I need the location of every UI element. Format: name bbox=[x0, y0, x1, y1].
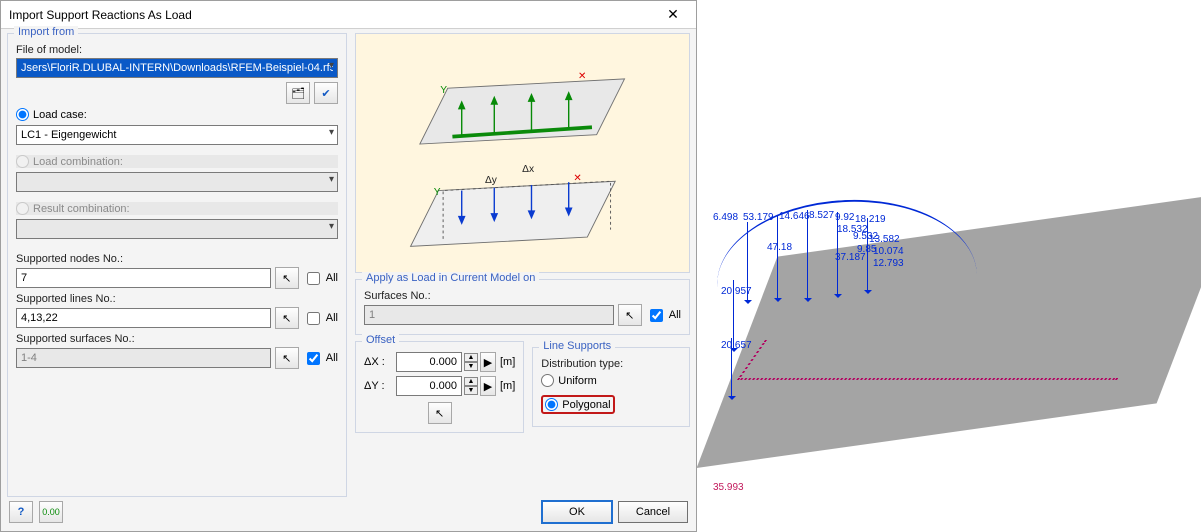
viewport-value: 9.92 bbox=[835, 212, 854, 223]
pick-offset-button[interactable]: ↖ bbox=[428, 402, 452, 424]
cancel-button[interactable]: Cancel bbox=[618, 501, 688, 523]
spin-down-icon[interactable]: ▼ bbox=[464, 362, 478, 371]
viewport-value: 20.957 bbox=[721, 286, 752, 297]
all-label: All bbox=[326, 312, 338, 324]
pointer-icon: ↖ bbox=[282, 272, 291, 285]
arrow-right-icon[interactable]: ▶ bbox=[480, 352, 496, 372]
spin-up-icon[interactable]: ▲ bbox=[464, 377, 478, 386]
supported-nodes-input[interactable] bbox=[16, 268, 271, 288]
offset-unit: [m] bbox=[500, 380, 515, 392]
load-case-select[interactable] bbox=[16, 125, 338, 145]
supported-surfaces-all-checkbox[interactable] bbox=[307, 352, 320, 365]
pointer-icon: ↖ bbox=[282, 312, 291, 325]
supported-lines-label: Supported lines No.: bbox=[16, 293, 338, 305]
polygonal-radio[interactable] bbox=[545, 398, 558, 411]
pointer-icon: ↖ bbox=[435, 407, 444, 420]
result-combination-label: Result combination: bbox=[33, 203, 130, 215]
preview-image: ✕ Y Δx Δy ✕ Y bbox=[355, 33, 690, 273]
spin-up-icon[interactable]: ▲ bbox=[464, 353, 478, 362]
arrow-right-icon[interactable]: ▶ bbox=[480, 376, 496, 396]
viewport-arrow bbox=[777, 215, 778, 300]
import-support-reactions-dialog: Import Support Reactions As Load ✕ Impor… bbox=[0, 0, 697, 532]
supported-nodes-all-checkbox[interactable] bbox=[307, 272, 320, 285]
svg-text:Y: Y bbox=[434, 187, 441, 198]
viewport-value-pink: 35.993 bbox=[713, 482, 744, 493]
line-supports-legend: Line Supports bbox=[539, 340, 615, 352]
uniform-radio[interactable] bbox=[541, 374, 554, 387]
help-icon: ? bbox=[18, 506, 25, 518]
all-label: All bbox=[326, 272, 338, 284]
offset-dy-input[interactable] bbox=[396, 376, 462, 396]
svg-text:Y: Y bbox=[441, 85, 448, 96]
offset-dx-input[interactable] bbox=[396, 352, 462, 372]
viewport-value: 47.18 bbox=[767, 242, 792, 253]
viewport-value: 6.498 bbox=[713, 212, 738, 223]
svg-text:Δy: Δy bbox=[485, 175, 498, 186]
viewport-value: 14.646 bbox=[779, 211, 810, 222]
offset-unit: [m] bbox=[500, 356, 515, 368]
file-of-model-label: File of model: bbox=[16, 44, 338, 56]
pointer-icon: ↖ bbox=[625, 309, 634, 322]
pick-lines-button[interactable]: ↖ bbox=[275, 307, 299, 329]
distribution-type-label: Distribution type: bbox=[541, 358, 681, 370]
ok-button[interactable]: OK bbox=[542, 501, 612, 523]
pick-surfaces-button[interactable]: ↖ bbox=[275, 347, 299, 369]
viewport-value: 10.074 bbox=[873, 246, 904, 257]
import-from-legend: Import from bbox=[14, 26, 78, 38]
load-combination-radio bbox=[16, 155, 29, 168]
svg-text:✕: ✕ bbox=[578, 71, 587, 82]
viewport-value: 53.179 bbox=[743, 212, 774, 223]
offset-dx-label: ΔX : bbox=[364, 356, 392, 368]
polygonal-label: Polygonal bbox=[562, 399, 610, 411]
viewport-value: 8.527 bbox=[809, 210, 834, 221]
all-label: All bbox=[326, 352, 338, 364]
viewport-value: 20.657 bbox=[721, 340, 752, 351]
load-case-radio[interactable] bbox=[16, 108, 29, 121]
result-combination-select bbox=[16, 219, 338, 239]
apply-surfaces-label: Surfaces No.: bbox=[364, 290, 681, 302]
apply-surfaces-all-checkbox[interactable] bbox=[650, 309, 663, 322]
offset-legend: Offset bbox=[362, 334, 399, 346]
model-viewport[interactable]: 6.498 53.179 14.646 8.527 9.92 18.219 18… bbox=[697, 0, 1201, 532]
supported-nodes-label: Supported nodes No.: bbox=[16, 253, 338, 265]
spin-down-icon[interactable]: ▼ bbox=[464, 386, 478, 395]
units-button[interactable]: 0.00 bbox=[39, 501, 63, 523]
titlebar[interactable]: Import Support Reactions As Load ✕ bbox=[1, 1, 696, 29]
help-button[interactable]: ? bbox=[9, 501, 33, 523]
apply-surfaces-input[interactable] bbox=[364, 305, 614, 325]
offset-dy-label: ΔY : bbox=[364, 380, 392, 392]
load-combination-select bbox=[16, 172, 338, 192]
result-combination-radio bbox=[16, 202, 29, 215]
check-icon: ✔ bbox=[321, 87, 330, 100]
dialog-title: Import Support Reactions As Load bbox=[9, 8, 656, 22]
viewport-arrow bbox=[807, 210, 808, 300]
load-case-label: Load case: bbox=[33, 109, 87, 121]
pick-apply-surfaces-button[interactable]: ↖ bbox=[618, 304, 642, 326]
viewport-value: 12.793 bbox=[873, 258, 904, 269]
pick-nodes-button[interactable]: ↖ bbox=[275, 267, 299, 289]
browse-button[interactable]: 🗂 bbox=[286, 82, 310, 104]
supported-surfaces-label: Supported surfaces No.: bbox=[16, 333, 338, 345]
viewport-value: 37.187 bbox=[835, 252, 866, 263]
units-icon: 0.00 bbox=[42, 507, 60, 517]
pointer-icon: ↖ bbox=[282, 352, 291, 365]
svg-text:Δx: Δx bbox=[523, 164, 535, 175]
svg-text:✕: ✕ bbox=[574, 173, 583, 184]
supported-lines-all-checkbox[interactable] bbox=[307, 312, 320, 325]
supported-surfaces-input[interactable] bbox=[16, 348, 271, 368]
load-combination-label: Load combination: bbox=[33, 156, 123, 168]
accept-button[interactable]: ✔ bbox=[314, 82, 338, 104]
all-label: All bbox=[669, 309, 681, 321]
uniform-label: Uniform bbox=[558, 375, 597, 387]
apply-on-legend: Apply as Load in Current Model on bbox=[362, 272, 539, 284]
file-path-input[interactable] bbox=[16, 58, 338, 78]
close-icon[interactable]: ✕ bbox=[656, 5, 690, 25]
supported-lines-input[interactable] bbox=[16, 308, 271, 328]
folder-icon: 🗂 bbox=[291, 87, 305, 100]
